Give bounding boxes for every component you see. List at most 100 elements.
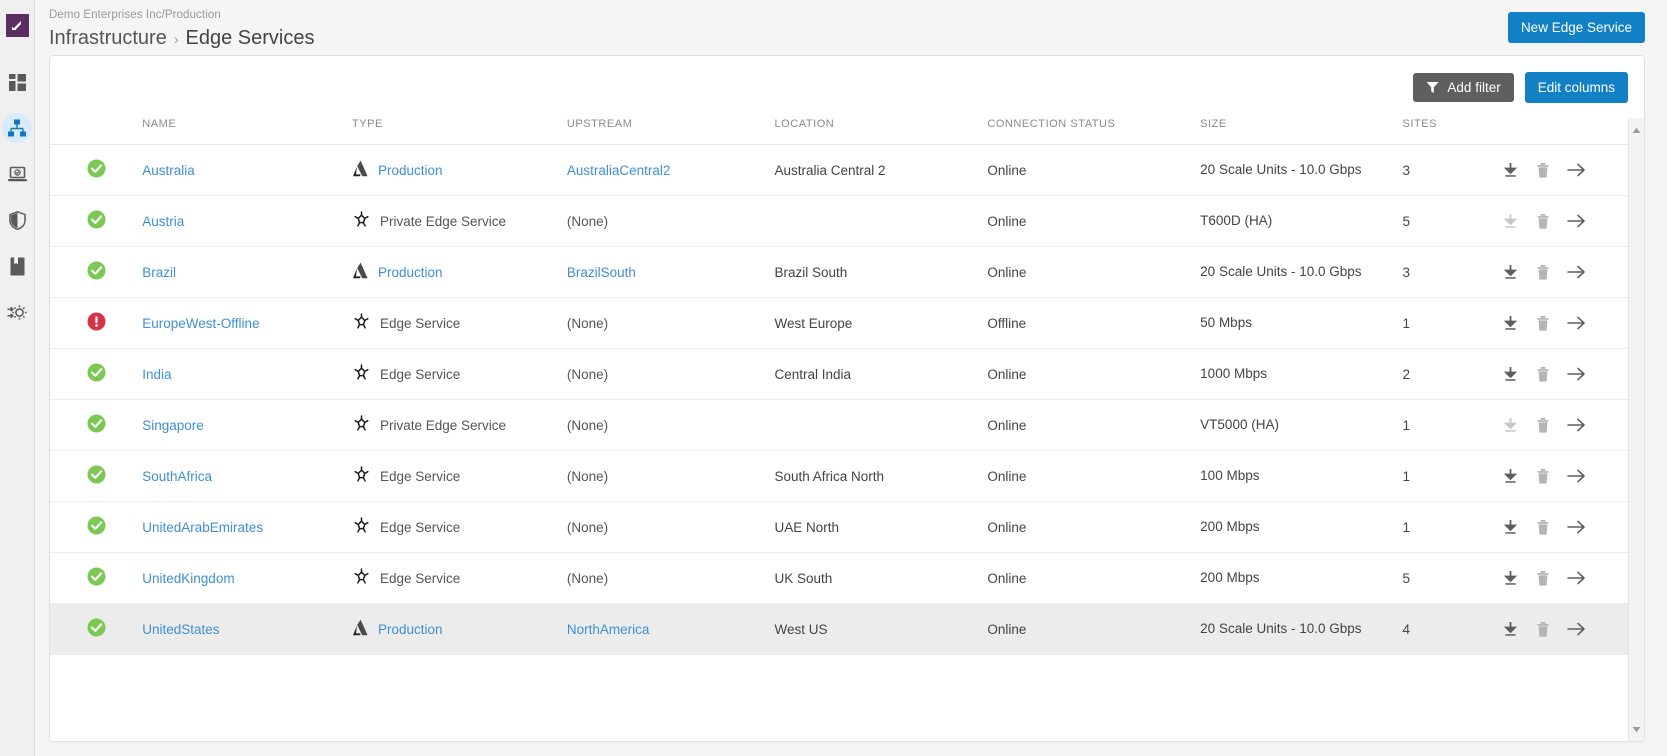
col-header-sites[interactable]: SITES: [1403, 118, 1503, 145]
row-delete-button[interactable]: [1535, 468, 1551, 485]
edge-service-name-link[interactable]: EuropeWest-Offline: [142, 316, 259, 331]
edge-service-icon: [352, 414, 371, 436]
location-label: West Europe: [774, 316, 852, 331]
cell-actions: [1502, 502, 1628, 553]
upstream-link[interactable]: NorthAmerica: [567, 622, 650, 637]
table-row[interactable]: UnitedKingdom Edge Service (None) UK Sou…: [50, 553, 1628, 604]
sidebar-item-settings[interactable]: [2, 297, 32, 327]
edge-service-name-link[interactable]: India: [142, 367, 171, 382]
table-row[interactable]: India Edge Service (None) Central India …: [50, 349, 1628, 400]
cell-sites: 4: [1403, 604, 1503, 655]
col-header-status[interactable]: [50, 118, 142, 145]
table-toolbar: Add filter Edit columns: [50, 56, 1644, 118]
table-row[interactable]: SouthAfrica Edge Service (None) South Af…: [50, 451, 1628, 502]
row-download-button[interactable]: [1502, 621, 1519, 638]
table-row[interactable]: UnitedArabEmirates Edge Service (None) U…: [50, 502, 1628, 553]
sidebar-item-security[interactable]: [2, 205, 32, 235]
col-header-location[interactable]: LOCATION: [774, 118, 987, 145]
upstream-link[interactable]: BrazilSouth: [567, 265, 636, 280]
cell-name: India: [142, 349, 352, 400]
table-vertical-scrollbar[interactable]: [1628, 118, 1644, 741]
col-header-upstream[interactable]: UPSTREAM: [567, 118, 775, 145]
scrollbar-track[interactable]: [1629, 139, 1644, 720]
edge-service-name-link[interactable]: UnitedStates: [142, 622, 219, 637]
scroll-down-arrow[interactable]: [1632, 720, 1641, 738]
row-download-button[interactable]: [1502, 366, 1519, 383]
edge-service-type-label[interactable]: Production: [378, 622, 443, 637]
location-label: UAE North: [774, 520, 839, 535]
row-delete-button[interactable]: [1535, 621, 1551, 638]
cell-name: UnitedKingdom: [142, 553, 352, 604]
row-open-button[interactable]: [1567, 315, 1586, 331]
new-edge-service-button[interactable]: New Edge Service: [1508, 12, 1645, 43]
azure-production-icon: [352, 619, 369, 640]
row-open-button[interactable]: [1567, 570, 1586, 586]
row-download-button[interactable]: [1502, 519, 1519, 536]
row-download-button[interactable]: [1502, 570, 1519, 587]
sidebar-item-monitoring[interactable]: [2, 159, 32, 189]
sidebar-item-infrastructure[interactable]: [2, 113, 32, 143]
cell-actions: [1502, 553, 1628, 604]
edit-columns-button[interactable]: Edit columns: [1525, 72, 1628, 103]
col-header-name[interactable]: NAME: [142, 118, 352, 145]
table-row[interactable]: Austria Private Edge Service (None) Onli…: [50, 196, 1628, 247]
row-open-button[interactable]: [1567, 417, 1586, 433]
row-download-button[interactable]: [1502, 162, 1519, 179]
row-download-button[interactable]: [1502, 264, 1519, 281]
table-row[interactable]: Australia Production AustraliaCentral2 A…: [50, 145, 1628, 196]
edge-service-name-link[interactable]: UnitedKingdom: [142, 571, 234, 586]
scroll-up-arrow[interactable]: [1632, 121, 1641, 139]
breadcrumb-root[interactable]: Infrastructure: [49, 24, 167, 52]
row-open-button[interactable]: [1567, 366, 1586, 382]
row-download-button[interactable]: [1502, 315, 1519, 332]
row-open-button[interactable]: [1567, 468, 1586, 484]
check-circle-icon: [87, 567, 106, 586]
connection-status-label: Online: [987, 469, 1026, 484]
row-delete-button[interactable]: [1535, 213, 1551, 230]
upstream-link: (None): [567, 316, 608, 331]
row-download-button[interactable]: [1502, 213, 1519, 230]
edge-service-name-link[interactable]: Austria: [142, 214, 184, 229]
edge-service-name-link[interactable]: SouthAfrica: [142, 469, 212, 484]
row-open-button[interactable]: [1567, 621, 1586, 637]
table-scroll-area[interactable]: NAME TYPE UPSTREAM LOCATION CONNECTION S…: [50, 118, 1628, 741]
col-header-type[interactable]: TYPE: [352, 118, 567, 145]
edge-service-name-link[interactable]: Brazil: [142, 265, 176, 280]
sidebar-item-dashboard[interactable]: [2, 67, 32, 97]
row-delete-button[interactable]: [1535, 570, 1551, 587]
row-open-button[interactable]: [1567, 264, 1586, 280]
edge-service-name-link[interactable]: UnitedArabEmirates: [142, 520, 263, 535]
table-row[interactable]: UnitedStates Production NorthAmerica Wes…: [50, 604, 1628, 655]
cell-location: West Europe: [774, 298, 987, 349]
row-delete-button[interactable]: [1535, 264, 1551, 281]
row-download-button[interactable]: [1502, 417, 1519, 434]
row-open-button[interactable]: [1567, 519, 1586, 535]
row-delete-button[interactable]: [1535, 417, 1551, 434]
col-header-connection-status[interactable]: CONNECTION STATUS: [987, 118, 1200, 145]
cell-status: [50, 349, 142, 400]
row-delete-button[interactable]: [1535, 519, 1551, 536]
table-row[interactable]: Brazil Production BrazilSouth Brazil Sou…: [50, 247, 1628, 298]
edge-service-type-label[interactable]: Production: [378, 163, 443, 178]
row-download-button[interactable]: [1502, 468, 1519, 485]
edge-service-name-link[interactable]: Australia: [142, 163, 195, 178]
row-open-button[interactable]: [1567, 162, 1586, 178]
row-delete-button[interactable]: [1535, 366, 1551, 383]
add-filter-button[interactable]: Add filter: [1413, 73, 1513, 102]
edge-service-name-link[interactable]: Singapore: [142, 418, 204, 433]
row-delete-button[interactable]: [1535, 162, 1551, 179]
edge-service-type-label[interactable]: Production: [378, 265, 443, 280]
cell-actions: [1502, 196, 1628, 247]
row-delete-button[interactable]: [1535, 315, 1551, 332]
upstream-link[interactable]: AustraliaCentral2: [567, 163, 671, 178]
size-label: 100 Mbps: [1200, 468, 1299, 483]
sidebar-item-reports[interactable]: [2, 251, 32, 281]
cell-size: T600D (HA): [1200, 196, 1402, 247]
table-row[interactable]: EuropeWest-Offline Edge Service (None) W…: [50, 298, 1628, 349]
cell-size: 50 Mbps: [1200, 298, 1402, 349]
cell-status: [50, 298, 142, 349]
row-open-button[interactable]: [1567, 213, 1586, 229]
table-row[interactable]: Singapore Private Edge Service (None) On…: [50, 400, 1628, 451]
app-logo[interactable]: [6, 14, 29, 37]
col-header-size[interactable]: SIZE: [1200, 118, 1402, 145]
